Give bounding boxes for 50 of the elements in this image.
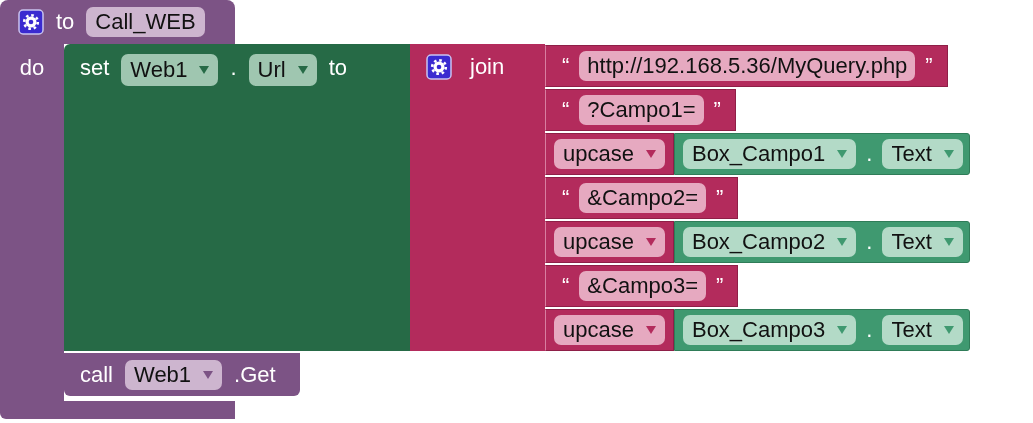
component-dropdown[interactable]: Web1 (121, 54, 219, 86)
gear-icon[interactable] (426, 54, 452, 80)
caret-icon (943, 238, 954, 246)
open-quote: “ (562, 185, 570, 211)
open-quote: “ (562, 97, 570, 123)
dot-separator: . (866, 317, 873, 343)
caret-icon (645, 238, 656, 246)
close-quote: ” (716, 185, 724, 211)
dot-separator: . (866, 229, 873, 255)
join-keyword: join (470, 54, 505, 80)
close-quote: ” (716, 273, 724, 299)
caret-icon (837, 238, 848, 246)
caret-icon (199, 66, 210, 74)
text-field[interactable]: ?Campo1= (579, 95, 704, 125)
caret-icon (297, 66, 308, 74)
procedure-name-field[interactable]: Call_WEB (86, 7, 205, 37)
caret-icon (203, 370, 214, 379)
operation-dropdown[interactable]: upcase (554, 315, 665, 345)
component-dropdown[interactable]: Box_Campo3 (682, 315, 857, 345)
component-dropdown[interactable]: Box_Campo2 (682, 227, 857, 257)
property-dropdown[interactable]: Text (882, 227, 963, 257)
do-keyword: do (19, 55, 45, 81)
caret-icon (645, 326, 656, 334)
dot-separator: . (866, 141, 873, 167)
set-keyword: set (80, 54, 110, 82)
close-quote: ” (713, 97, 721, 123)
open-quote: “ (562, 273, 570, 299)
operation-dropdown[interactable]: upcase (554, 139, 665, 169)
component-dropdown[interactable]: Box_Campo1 (682, 139, 857, 169)
text-field[interactable]: &Campo3= (579, 271, 706, 301)
to-keyword: to (328, 54, 348, 82)
dot-separator: . (230, 54, 237, 82)
call-keyword: call (80, 361, 113, 388)
to-keyword: to (56, 9, 75, 35)
text-field[interactable]: &Campo2= (579, 183, 706, 213)
caret-icon (645, 150, 656, 158)
caret-icon (837, 150, 848, 158)
property-dropdown[interactable]: Text (882, 139, 963, 169)
caret-icon (943, 326, 954, 334)
gear-icon[interactable] (18, 9, 44, 35)
method-label: .Get (234, 361, 276, 388)
text-field[interactable]: http://192.168.5.36/MyQuery.php (579, 51, 916, 81)
component-dropdown[interactable]: Web1 (125, 359, 223, 390)
property-dropdown[interactable]: Url (248, 54, 317, 86)
close-quote: ” (925, 53, 933, 79)
property-dropdown[interactable]: Text (882, 315, 963, 345)
caret-icon (837, 326, 848, 334)
open-quote: “ (562, 53, 570, 79)
operation-dropdown[interactable]: upcase (554, 227, 665, 257)
caret-icon (943, 150, 954, 158)
